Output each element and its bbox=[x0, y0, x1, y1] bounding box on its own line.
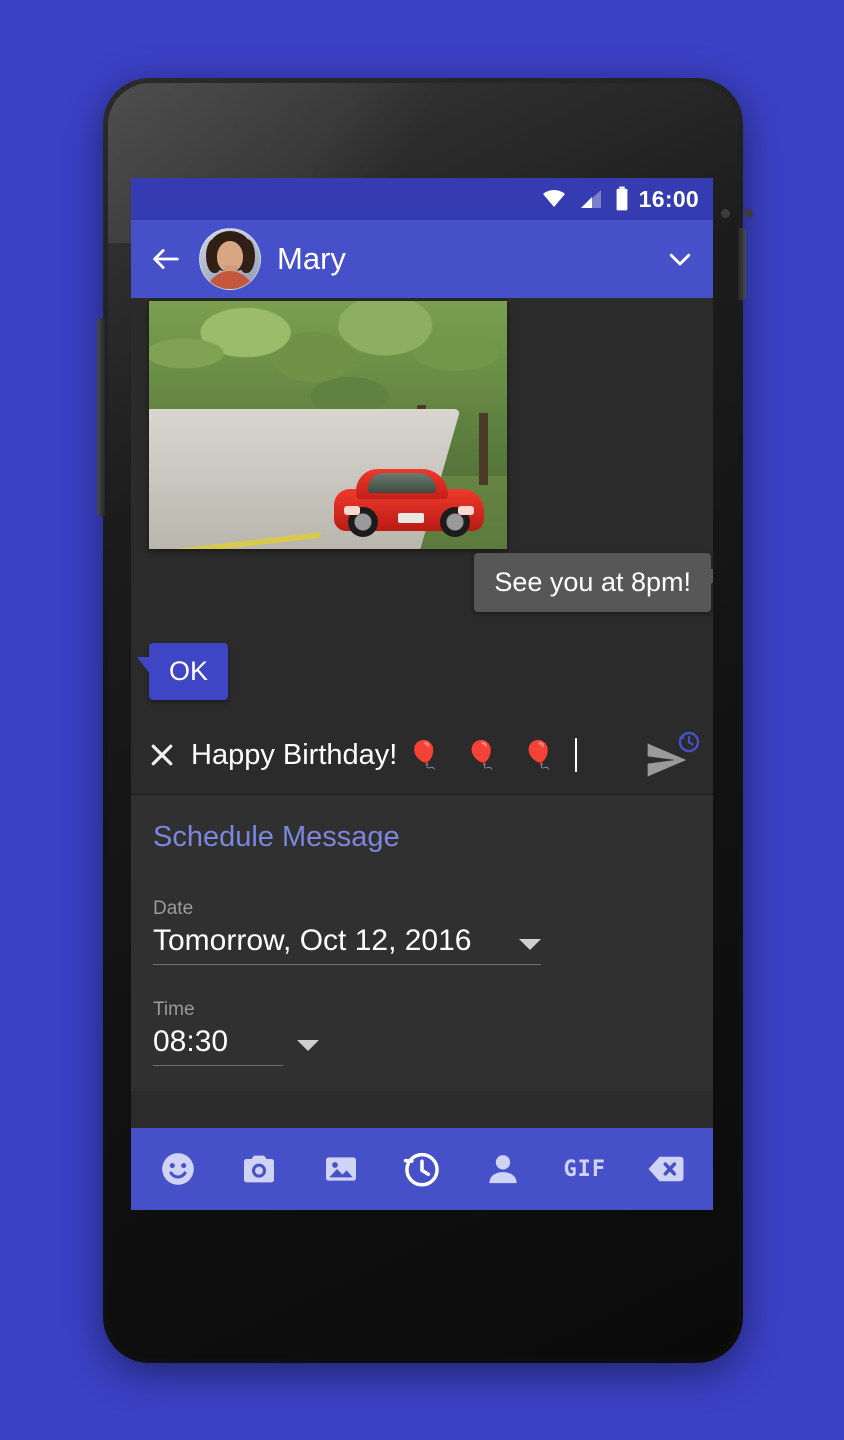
message-input[interactable]: Happy Birthday! 🎈 🎈 🎈 bbox=[191, 738, 627, 772]
date-label: Date bbox=[153, 898, 194, 919]
photo-message[interactable] bbox=[149, 301, 507, 549]
screenshot-root: 16:00 Mary See you at 8pm! OK Happy Birt… bbox=[0, 0, 844, 1440]
date-select[interactable]: Tomorrow, Oct 12, 2016 bbox=[153, 924, 541, 965]
back-arrow-icon[interactable] bbox=[149, 242, 183, 276]
time-value: 08:30 bbox=[153, 1025, 229, 1058]
compose-row: Happy Birthday! 🎈 🎈 🎈 bbox=[131, 716, 713, 795]
car-graphic bbox=[334, 469, 484, 537]
camera-icon[interactable] bbox=[231, 1141, 287, 1197]
backspace-icon[interactable] bbox=[638, 1141, 694, 1197]
message-bubble-outgoing[interactable]: OK bbox=[136, 643, 229, 700]
app-bar: Mary bbox=[131, 220, 713, 298]
clock-history-icon bbox=[678, 731, 700, 753]
battery-icon bbox=[613, 186, 631, 212]
light-sensor-icon bbox=[744, 209, 753, 218]
gif-icon[interactable]: GIF bbox=[557, 1141, 613, 1197]
send-button[interactable] bbox=[641, 731, 700, 778]
status-bar-clock: 16:00 bbox=[638, 185, 699, 212]
wifi-icon bbox=[539, 187, 569, 211]
close-icon[interactable] bbox=[147, 740, 177, 770]
date-field[interactable]: Date Tomorrow, Oct 12, 2016 bbox=[153, 898, 691, 965]
emoji-icon[interactable] bbox=[150, 1141, 206, 1197]
avatar[interactable] bbox=[199, 228, 261, 290]
status-bar: 16:00 bbox=[131, 178, 713, 220]
bottom-toolbar: GIF bbox=[131, 1128, 713, 1210]
message-input-text: Happy Birthday! bbox=[191, 738, 398, 771]
message-bubble-incoming[interactable]: See you at 8pm! bbox=[474, 553, 713, 612]
chevron-down-icon[interactable] bbox=[665, 244, 695, 274]
time-field[interactable]: Time 08:30 bbox=[153, 999, 691, 1066]
date-value: Tomorrow, Oct 12, 2016 bbox=[153, 924, 472, 957]
gallery-icon[interactable] bbox=[313, 1141, 369, 1197]
power-button[interactable] bbox=[738, 228, 746, 300]
contact-icon[interactable] bbox=[475, 1141, 531, 1197]
proximity-sensor-icon bbox=[721, 209, 730, 218]
gif-label: GIF bbox=[563, 1156, 607, 1182]
schedule-icon[interactable] bbox=[394, 1141, 450, 1197]
text-caret bbox=[575, 738, 578, 772]
schedule-panel: Schedule Message Date Tomorrow, Oct 12, … bbox=[131, 795, 713, 1091]
emoji-balloons: 🎈 🎈 🎈 bbox=[407, 740, 564, 770]
signal-icon bbox=[577, 187, 605, 211]
volume-button[interactable] bbox=[97, 318, 105, 516]
conversation-area: See you at 8pm! OK bbox=[131, 298, 713, 716]
caret-down-icon[interactable] bbox=[297, 1040, 319, 1051]
page-title: Mary bbox=[277, 241, 346, 276]
time-label: Time bbox=[153, 999, 195, 1020]
caret-down-icon[interactable] bbox=[519, 939, 541, 950]
schedule-title: Schedule Message bbox=[153, 821, 400, 853]
time-select[interactable]: 08:30 bbox=[153, 1025, 319, 1066]
phone-screen: 16:00 Mary See you at 8pm! OK Happy Birt… bbox=[131, 178, 713, 1210]
